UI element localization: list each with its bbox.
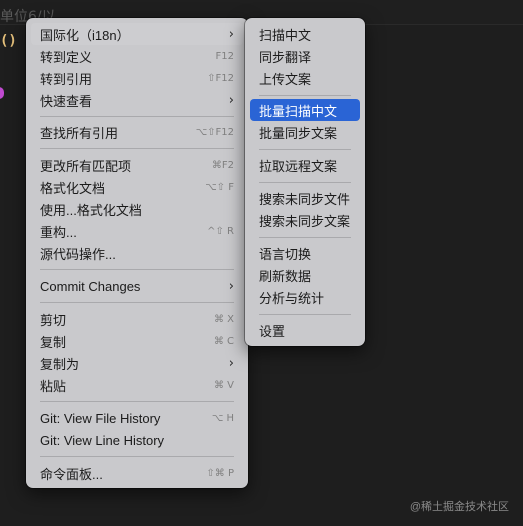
menu-item-label: 刷新数据: [259, 268, 312, 284]
menu-item-label: 源代码操作...: [40, 246, 116, 262]
shortcut-hint: ⌥⇧ F: [205, 181, 234, 193]
menu-separator: [259, 182, 351, 183]
menu-item-label: 批量扫描中文: [259, 103, 338, 119]
menu-item-go-to-references[interactable]: 转到引用 ⇧F12: [31, 67, 243, 89]
menu-item-label: 分析与统计: [259, 290, 325, 306]
menu-separator: [259, 237, 351, 238]
chevron-right-icon: ›: [228, 278, 234, 294]
menu-item-label: 命令面板...: [40, 466, 103, 482]
menu-item-go-to-definition[interactable]: 转到定义 F12: [31, 45, 243, 67]
submenu-item-settings[interactable]: 设置: [250, 319, 360, 341]
menu-item-label: 更改所有匹配项: [40, 158, 132, 174]
chevron-right-icon: ›: [228, 355, 234, 371]
submenu-item-upload-copy[interactable]: 上传文案: [250, 67, 360, 89]
menu-item-label: 语言切换: [259, 246, 312, 262]
menu-item-refactor[interactable]: 重构... ^⇧ R: [31, 220, 243, 242]
menu-item-command-palette[interactable]: 命令面板... ⇧⌘ P: [31, 462, 243, 484]
menu-item-label: 转到引用: [40, 71, 93, 87]
watermark: @稀土掘金技术社区: [409, 501, 509, 513]
submenu-item-search-unsynced-copy[interactable]: 搜索未同步文案: [250, 209, 360, 231]
menu-separator: [40, 456, 234, 457]
menu-separator: [259, 149, 351, 150]
submenu-item-sync-translation[interactable]: 同步翻译: [250, 45, 360, 67]
menu-item-find-all-references[interactable]: 查找所有引用 ⌥⇧F12: [31, 121, 243, 143]
menu-item-label: 扫描中文: [259, 27, 312, 43]
editor-code-paren: (): [0, 33, 17, 49]
menu-item-label: 拉取远程文案: [259, 158, 338, 174]
shortcut-hint: ⌥⇧F12: [195, 126, 234, 138]
submenu-item-analysis-stats[interactable]: 分析与统计: [250, 286, 360, 308]
submenu-item-scan-chinese[interactable]: 扫描中文: [250, 23, 360, 45]
submenu-item-batch-scan-chinese[interactable]: 批量扫描中文: [250, 99, 360, 121]
menu-item-label: Commit Changes: [40, 278, 141, 294]
menu-item-label: 复制: [40, 334, 67, 350]
menu-separator: [259, 314, 351, 315]
i18n-submenu: 扫描中文 同步翻译 上传文案 批量扫描中文 批量同步文案 拉取远程文案 搜索未同…: [245, 18, 365, 346]
menu-item-cut[interactable]: 剪切 ⌘ X: [31, 308, 243, 330]
chevron-right-icon: ›: [228, 92, 234, 108]
shortcut-hint: ⌘ X: [213, 313, 234, 325]
menu-item-label: 国际化（i18n）: [40, 27, 130, 43]
shortcut-hint: F12: [215, 50, 234, 62]
menu-item-change-all-occurrences[interactable]: 更改所有匹配项 ⌘F2: [31, 154, 243, 176]
menu-item-label: 快速查看: [40, 93, 93, 109]
menu-item-label: 批量同步文案: [259, 125, 338, 141]
menu-item-copy-as[interactable]: 复制为 ›: [31, 352, 243, 374]
menu-separator: [40, 269, 234, 270]
gutter-decoration: [0, 87, 4, 99]
menu-separator: [40, 148, 234, 149]
menu-item-peek[interactable]: 快速查看 ›: [31, 89, 243, 111]
menu-item-label: Git: View Line History: [40, 432, 165, 448]
menu-item-label: 设置: [259, 323, 286, 339]
menu-item-label: 转到定义: [40, 49, 93, 65]
submenu-item-language-switch[interactable]: 语言切换: [250, 242, 360, 264]
menu-item-copy[interactable]: 复制 ⌘ C: [31, 330, 243, 352]
shortcut-hint: ⌘F2: [211, 159, 234, 171]
menu-item-format-document-with[interactable]: 使用...格式化文档: [31, 198, 243, 220]
menu-item-label: Git: View File History: [40, 410, 161, 426]
shortcut-hint: ⇧F12: [207, 72, 234, 84]
menu-item-commit-changes[interactable]: Commit Changes ›: [31, 275, 243, 297]
submenu-item-pull-remote-copy[interactable]: 拉取远程文案: [250, 154, 360, 176]
shortcut-hint: ⌘ V: [213, 379, 234, 391]
shortcut-hint: ⇧⌘ P: [206, 467, 234, 479]
menu-item-source-action[interactable]: 源代码操作...: [31, 242, 243, 264]
menu-separator: [40, 116, 234, 117]
submenu-item-batch-sync-copy[interactable]: 批量同步文案: [250, 121, 360, 143]
submenu-item-refresh-data[interactable]: 刷新数据: [250, 264, 360, 286]
menu-item-i18n[interactable]: 国际化（i18n） ›: [31, 23, 243, 45]
menu-item-label: 同步翻译: [259, 49, 312, 65]
menu-item-label: 重构...: [40, 224, 77, 240]
menu-item-label: 查找所有引用: [40, 125, 119, 141]
menu-separator: [259, 95, 351, 96]
menu-item-format-document[interactable]: 格式化文档 ⌥⇧ F: [31, 176, 243, 198]
menu-item-label: 使用...格式化文档: [40, 202, 142, 218]
menu-item-label: 复制为: [40, 356, 80, 372]
shortcut-hint: ⌥ H: [211, 412, 234, 424]
menu-item-label: 搜索未同步文案: [259, 213, 351, 229]
shortcut-hint: ^⇧ R: [207, 225, 234, 237]
menu-item-paste[interactable]: 粘贴 ⌘ V: [31, 374, 243, 396]
chevron-right-icon: ›: [228, 26, 234, 42]
context-menu: 国际化（i18n） › 转到定义 F12 转到引用 ⇧F12 快速查看 › 查找…: [26, 18, 248, 488]
menu-item-git-view-line-history[interactable]: Git: View Line History: [31, 429, 243, 451]
menu-item-label: 上传文案: [259, 71, 312, 87]
menu-item-label: 剪切: [40, 312, 67, 328]
menu-item-label: 粘贴: [40, 378, 67, 394]
menu-item-git-view-file-history[interactable]: Git: View File History ⌥ H: [31, 407, 243, 429]
menu-item-label: 搜索未同步文件: [259, 191, 351, 207]
menu-item-label: 格式化文档: [40, 180, 106, 196]
menu-separator: [40, 401, 234, 402]
submenu-item-search-unsynced-files[interactable]: 搜索未同步文件: [250, 187, 360, 209]
shortcut-hint: ⌘ C: [213, 335, 234, 347]
menu-separator: [40, 302, 234, 303]
